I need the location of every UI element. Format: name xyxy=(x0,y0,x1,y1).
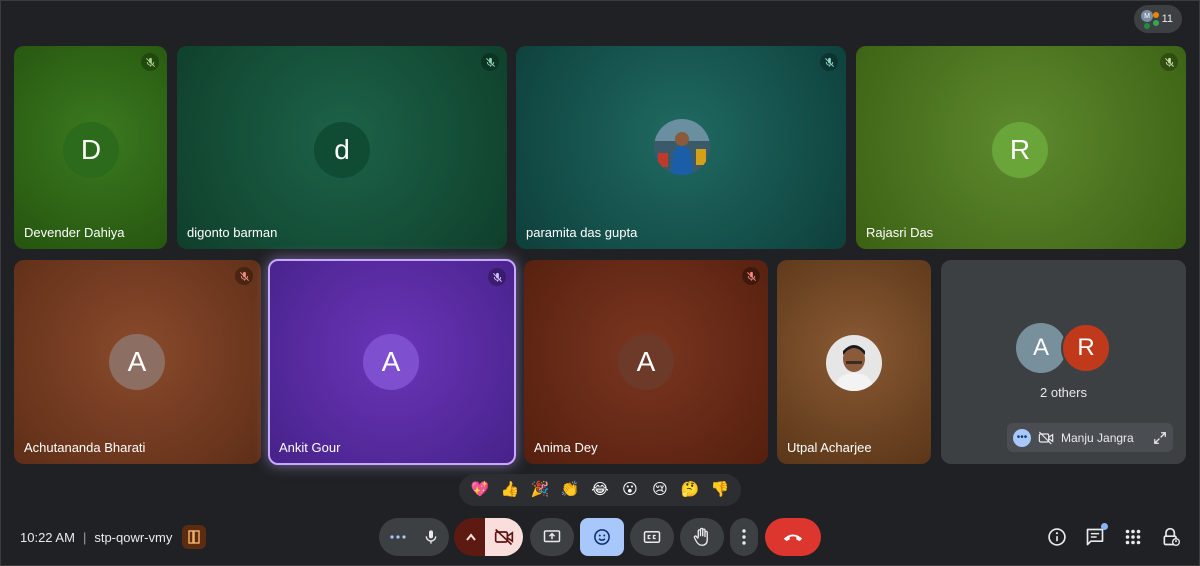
participant-tile-active-speaker[interactable]: A Ankit Gour xyxy=(268,259,516,465)
avatar: d xyxy=(314,122,370,178)
participant-name: Devender Dahiya xyxy=(24,225,125,240)
participant-tile[interactable]: A Achutananda Bharati xyxy=(14,260,261,464)
hang-up-icon xyxy=(783,534,803,542)
avatar: A xyxy=(1016,323,1066,373)
participant-tile[interactable]: d digonto barman xyxy=(177,46,507,249)
participant-name: Ankit Gour xyxy=(279,440,341,455)
chevron-up-icon xyxy=(466,533,476,541)
notification-dot xyxy=(1101,523,1108,530)
others-label: 2 others xyxy=(1040,385,1087,400)
captions-icon xyxy=(643,531,661,543)
participant-name: Rajasri Das xyxy=(866,225,934,240)
participant-name: Anima Dey xyxy=(534,440,598,455)
microphone-button[interactable] xyxy=(413,518,449,556)
reaction-thumbs-down[interactable]: 👎 xyxy=(707,477,733,503)
profile-photo xyxy=(654,119,710,175)
mic-off-icon xyxy=(742,267,760,285)
mic-off-icon xyxy=(141,53,159,71)
presenter-chip[interactable]: ••• Manju Jangra xyxy=(1007,423,1173,452)
presenter-name: Manju Jangra xyxy=(1061,430,1134,445)
mic-off-icon xyxy=(488,268,506,286)
reaction-laugh[interactable]: 😂 xyxy=(587,477,613,503)
participant-name: paramita das gupta xyxy=(526,225,638,240)
participant-name: Achutananda Bharati xyxy=(24,440,146,455)
avatar: R xyxy=(1061,323,1111,373)
captions-button[interactable] xyxy=(630,518,674,556)
info-icon xyxy=(1048,528,1066,546)
raise-hand-icon xyxy=(693,527,708,546)
participant-tile[interactable]: D Devender Dahiya xyxy=(14,46,167,249)
reaction-sad[interactable]: 😢 xyxy=(647,477,673,503)
camera-toggle-button[interactable] xyxy=(485,518,523,556)
host-controls-button[interactable] xyxy=(1159,525,1183,549)
participant-count: 11 xyxy=(1161,13,1173,25)
lock-person-icon xyxy=(1163,527,1180,546)
meeting-info: 10:22 AM | stp-qowr-vmy xyxy=(20,525,207,549)
avatar: A xyxy=(618,334,674,390)
chat-icon xyxy=(1086,528,1104,546)
meeting-details-button[interactable] xyxy=(1045,525,1069,549)
reaction-surprised[interactable]: 😮 xyxy=(617,477,643,503)
participant-avatars-icon: M xyxy=(1141,10,1161,29)
reaction-party[interactable]: 🎉 xyxy=(527,477,553,503)
raise-hand-button[interactable] xyxy=(680,518,724,556)
clock-time: 10:22 AM xyxy=(20,529,75,545)
camera-off-icon xyxy=(494,528,514,546)
reaction-thinking[interactable]: 🤔 xyxy=(677,477,703,503)
others-tile[interactable]: A R 2 others ••• Manju Jangra xyxy=(941,260,1186,464)
reaction-thumbs-up[interactable]: 👍 xyxy=(497,477,523,503)
more-icon: ••• xyxy=(1013,428,1031,447)
profile-photo xyxy=(826,335,882,391)
present-screen-button[interactable] xyxy=(530,518,574,556)
avatar: R xyxy=(992,122,1048,178)
participant-tile[interactable]: paramita das gupta xyxy=(516,46,846,249)
more-actions-button[interactable] xyxy=(730,518,758,556)
meeting-code: stp-qowr-vmy xyxy=(94,529,173,545)
reaction-clap[interactable]: 👏 xyxy=(557,477,583,503)
chat-button[interactable] xyxy=(1083,523,1108,549)
send-reaction-button[interactable] xyxy=(580,518,624,556)
activities-button[interactable] xyxy=(1121,525,1145,549)
participant-name: digonto barman xyxy=(187,225,278,240)
mic-off-icon xyxy=(820,53,838,71)
participant-tile[interactable]: R Rajasri Das xyxy=(856,46,1186,249)
meet-window: M 11 D Devender Dahiya d digonto barman xyxy=(0,0,1200,566)
avatar: D xyxy=(63,122,119,178)
mic-off-icon xyxy=(1160,53,1178,71)
participant-name: Utpal Acharjee xyxy=(787,440,872,455)
participant-tile[interactable]: Utpal Acharjee xyxy=(777,260,931,464)
avatar: A xyxy=(363,334,419,390)
camera-options-button[interactable] xyxy=(454,518,488,556)
mic-off-icon xyxy=(481,53,499,71)
camera-off-icon xyxy=(1038,431,1054,444)
avatar: A xyxy=(109,334,165,390)
apps-grid-icon xyxy=(1125,529,1141,545)
participant-tile[interactable]: A Anima Dey xyxy=(524,260,768,464)
expand-icon[interactable] xyxy=(1153,431,1167,445)
mic-off-icon xyxy=(235,267,253,285)
room-icon[interactable] xyxy=(182,525,207,549)
microphone-icon xyxy=(425,530,437,544)
more-options-button[interactable] xyxy=(379,518,417,556)
chip-avatar: M xyxy=(1141,10,1153,22)
more-horizontal-icon xyxy=(390,535,406,539)
separator: | xyxy=(82,529,87,545)
present-screen-icon xyxy=(543,530,561,543)
leave-call-button[interactable] xyxy=(765,518,821,556)
participants-chip[interactable]: M 11 xyxy=(1134,5,1182,33)
reactions-bar: 💖 👍 🎉 👏 😂 😮 😢 🤔 👎 xyxy=(459,474,741,506)
more-vertical-icon xyxy=(742,529,746,545)
reaction-heart[interactable]: 💖 xyxy=(467,477,493,503)
smiley-icon xyxy=(594,529,610,545)
